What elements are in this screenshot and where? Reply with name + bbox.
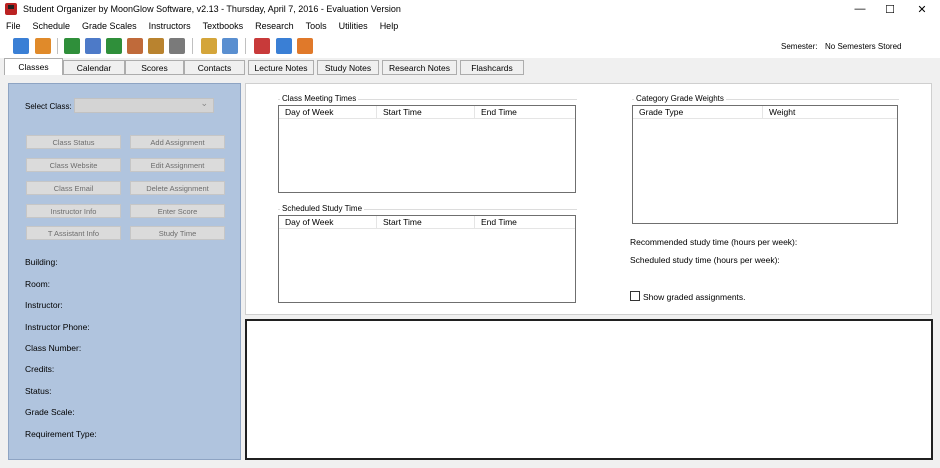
column-end-time[interactable]: End Time bbox=[475, 216, 575, 229]
menu-research[interactable]: Research bbox=[249, 21, 300, 31]
write-notes-icon[interactable] bbox=[201, 38, 217, 54]
toolbar-separator bbox=[192, 38, 193, 54]
maximize-button[interactable]: ☐ bbox=[873, 0, 907, 18]
column-start-time[interactable]: Start Time bbox=[377, 106, 475, 119]
menu-utilities[interactable]: Utilities bbox=[333, 21, 374, 31]
meeting-times-group: Class Meeting Times bbox=[278, 94, 577, 103]
status-label: Status: bbox=[25, 386, 52, 396]
grid-header: Grade Type Weight bbox=[633, 106, 897, 119]
toolbar-separator bbox=[57, 38, 58, 54]
select-class-label: Select Class: bbox=[25, 102, 72, 111]
tab-classes[interactable]: Classes bbox=[4, 58, 63, 75]
edit-assignment-button[interactable]: Edit Assignment bbox=[130, 158, 225, 172]
requirement-type-label: Requirement Type: bbox=[25, 429, 97, 439]
show-graded-checkbox[interactable] bbox=[630, 291, 640, 301]
help-icon[interactable] bbox=[276, 38, 292, 54]
grade-weights-title: Category Grade Weights bbox=[634, 94, 726, 103]
class-number-label: Class Number: bbox=[25, 343, 82, 353]
add-assignment-button[interactable]: Add Assignment bbox=[130, 135, 225, 149]
meeting-times-grid[interactable]: Day of Week Start Time End Time bbox=[278, 105, 576, 193]
tab-scores[interactable]: Scores bbox=[125, 60, 184, 75]
menu-schedule[interactable]: Schedule bbox=[27, 21, 77, 31]
exit-icon[interactable] bbox=[297, 38, 313, 54]
semester-label: Semester: bbox=[781, 42, 818, 51]
class-email-button[interactable]: Class Email bbox=[26, 181, 121, 195]
column-weight[interactable]: Weight bbox=[763, 106, 897, 119]
title-bar: Student Organizer by MoonGlow Software, … bbox=[0, 0, 940, 18]
column-day-of-week[interactable]: Day of Week bbox=[279, 106, 377, 119]
study-time-title: Scheduled Study Time bbox=[280, 204, 365, 213]
close-button[interactable]: ✕ bbox=[905, 0, 939, 18]
tab-research-notes[interactable]: Research Notes bbox=[382, 60, 457, 75]
instructor-label: Instructor: bbox=[25, 300, 63, 310]
menu-textbooks[interactable]: Textbooks bbox=[197, 21, 250, 31]
room-label: Room: bbox=[25, 279, 51, 289]
class-status-button[interactable]: Class Status bbox=[26, 135, 121, 149]
enter-score-button[interactable]: Enter Score bbox=[130, 204, 225, 218]
edit-class-icon[interactable] bbox=[35, 38, 51, 54]
grid-header: Day of Week Start Time End Time bbox=[279, 106, 575, 119]
menu-tools[interactable]: Tools bbox=[300, 21, 333, 31]
tools-icon[interactable] bbox=[254, 38, 270, 54]
grade-scale-icon[interactable] bbox=[64, 38, 80, 54]
graduation-cap-icon bbox=[5, 3, 17, 15]
scheduled-study-time-label: Scheduled study time (hours per week): bbox=[630, 255, 780, 265]
notes-icon[interactable] bbox=[85, 38, 101, 54]
instructor-info-button[interactable]: Instructor Info bbox=[26, 204, 121, 218]
minimize-button[interactable]: — bbox=[843, 0, 877, 18]
grid-header: Day of Week Start Time End Time bbox=[279, 216, 575, 229]
delete-assignment-button[interactable]: Delete Assignment bbox=[130, 181, 225, 195]
column-day-of-week[interactable]: Day of Week bbox=[279, 216, 377, 229]
assignments-panel[interactable] bbox=[245, 319, 933, 460]
tab-flashcards[interactable]: Flashcards bbox=[460, 60, 524, 75]
textbooks-icon[interactable] bbox=[106, 38, 122, 54]
calendar-icon[interactable] bbox=[127, 38, 143, 54]
toolbar: Semester: No Semesters Stored bbox=[0, 34, 940, 58]
grade-scale-label: Grade Scale: bbox=[25, 407, 75, 417]
credits-label: Credits: bbox=[25, 364, 55, 374]
menu-instructors[interactable]: Instructors bbox=[143, 21, 197, 31]
meeting-times-title: Class Meeting Times bbox=[280, 94, 359, 103]
window-title: Student Organizer by MoonGlow Software, … bbox=[23, 4, 401, 14]
study-time-button[interactable]: Study Time bbox=[130, 226, 225, 240]
study-time-grid[interactable]: Day of Week Start Time End Time bbox=[278, 215, 576, 303]
schedule-icon[interactable] bbox=[13, 38, 29, 54]
menu-help[interactable]: Help bbox=[374, 21, 405, 31]
building-label: Building: bbox=[25, 257, 58, 267]
class-details-panel: Class Meeting Times Day of Week Start Ti… bbox=[245, 83, 932, 315]
planner-icon[interactable] bbox=[148, 38, 164, 54]
tab-lecture-notes[interactable]: Lecture Notes bbox=[248, 60, 314, 75]
class-info-panel: Select Class: Class Status Add Assignmen… bbox=[8, 83, 241, 460]
t-assistant-info-button[interactable]: T Assistant Info bbox=[26, 226, 121, 240]
instructor-phone-label: Instructor Phone: bbox=[25, 322, 90, 332]
grade-weights-group: Category Grade Weights bbox=[632, 94, 899, 103]
tab-strip: Classes Calendar Scores Contacts Lecture… bbox=[0, 58, 940, 75]
study-time-group: Scheduled Study Time bbox=[278, 204, 577, 213]
column-end-time[interactable]: End Time bbox=[475, 106, 575, 119]
toolbar-separator bbox=[245, 38, 246, 54]
show-graded-label[interactable]: Show graded assignments. bbox=[643, 292, 746, 302]
recommended-study-time-label: Recommended study time (hours per week): bbox=[630, 237, 798, 247]
grade-weights-grid[interactable]: Grade Type Weight bbox=[632, 105, 898, 224]
tab-calendar[interactable]: Calendar bbox=[63, 60, 125, 75]
tab-contacts[interactable]: Contacts bbox=[184, 60, 245, 75]
research-icon[interactable] bbox=[222, 38, 238, 54]
alarm-clock-icon[interactable] bbox=[169, 38, 185, 54]
tab-study-notes[interactable]: Study Notes bbox=[317, 60, 379, 75]
menu-grade-scales[interactable]: Grade Scales bbox=[76, 21, 143, 31]
semester-value: No Semesters Stored bbox=[825, 42, 902, 51]
menu-bar: File Schedule Grade Scales Instructors T… bbox=[0, 18, 940, 34]
column-start-time[interactable]: Start Time bbox=[377, 216, 475, 229]
class-website-button[interactable]: Class Website bbox=[26, 158, 121, 172]
column-grade-type[interactable]: Grade Type bbox=[633, 106, 763, 119]
menu-file[interactable]: File bbox=[0, 21, 27, 31]
select-class-dropdown[interactable] bbox=[74, 98, 214, 113]
